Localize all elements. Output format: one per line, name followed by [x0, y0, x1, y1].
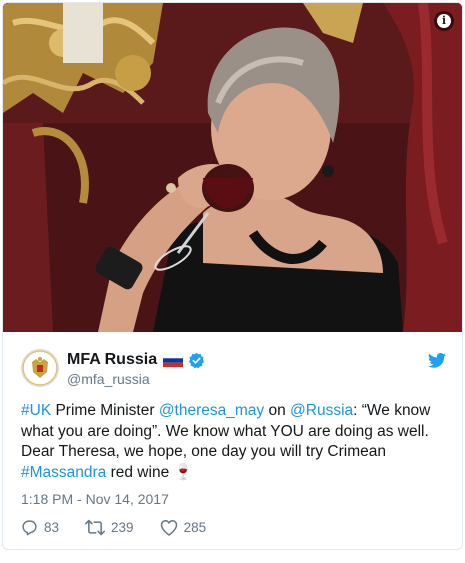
- tweet-text-part: Prime Minister: [51, 402, 159, 419]
- handle[interactable]: @mfa_russia: [67, 371, 150, 387]
- retweet-icon: [85, 519, 106, 536]
- reply-icon: [22, 520, 37, 536]
- twitter-bird-icon[interactable]: [428, 353, 446, 368]
- heart-icon: [160, 520, 177, 536]
- like-button[interactable]: 285: [160, 519, 207, 536]
- mention-theresa-may-link[interactable]: @theresa_may: [159, 402, 264, 419]
- reply-count: 83: [44, 520, 60, 535]
- hashtag-uk-link[interactable]: #UK: [21, 402, 51, 419]
- tweet-timestamp[interactable]: 1:18 PM - Nov 14, 2017: [21, 491, 169, 507]
- tweet-photo[interactable]: i: [3, 3, 462, 332]
- retweet-count: 239: [111, 520, 134, 535]
- avatar[interactable]: [21, 349, 59, 387]
- tweet-actions: 83 239 285: [21, 519, 232, 536]
- wine-glass-emoji: 🍷: [173, 463, 193, 481]
- russia-flag-icon: [162, 353, 184, 367]
- verified-badge-icon: [188, 352, 205, 369]
- name-row: MFA Russia: [67, 351, 205, 369]
- tweet-header: MFA Russia @mfa_russia: [3, 343, 462, 391]
- tweet-text-part: red wine: [106, 463, 174, 481]
- info-icon: i: [437, 14, 451, 28]
- mention-russia-link[interactable]: @Russia: [290, 402, 353, 419]
- tweet-text-part: on: [264, 402, 291, 419]
- tweet-card: i MFA Russia @mfa_russia #UK Prime Minis…: [2, 2, 463, 550]
- retweet-button[interactable]: 239: [85, 519, 134, 536]
- tweet-text: #UK Prime Minister @theresa_may on @Russ…: [21, 401, 451, 483]
- display-name[interactable]: MFA Russia: [67, 351, 157, 369]
- info-button[interactable]: i: [434, 11, 454, 31]
- like-count: 285: [183, 520, 207, 535]
- hashtag-massandra-link[interactable]: #Massandra: [21, 464, 106, 481]
- reply-button[interactable]: 83: [21, 519, 59, 536]
